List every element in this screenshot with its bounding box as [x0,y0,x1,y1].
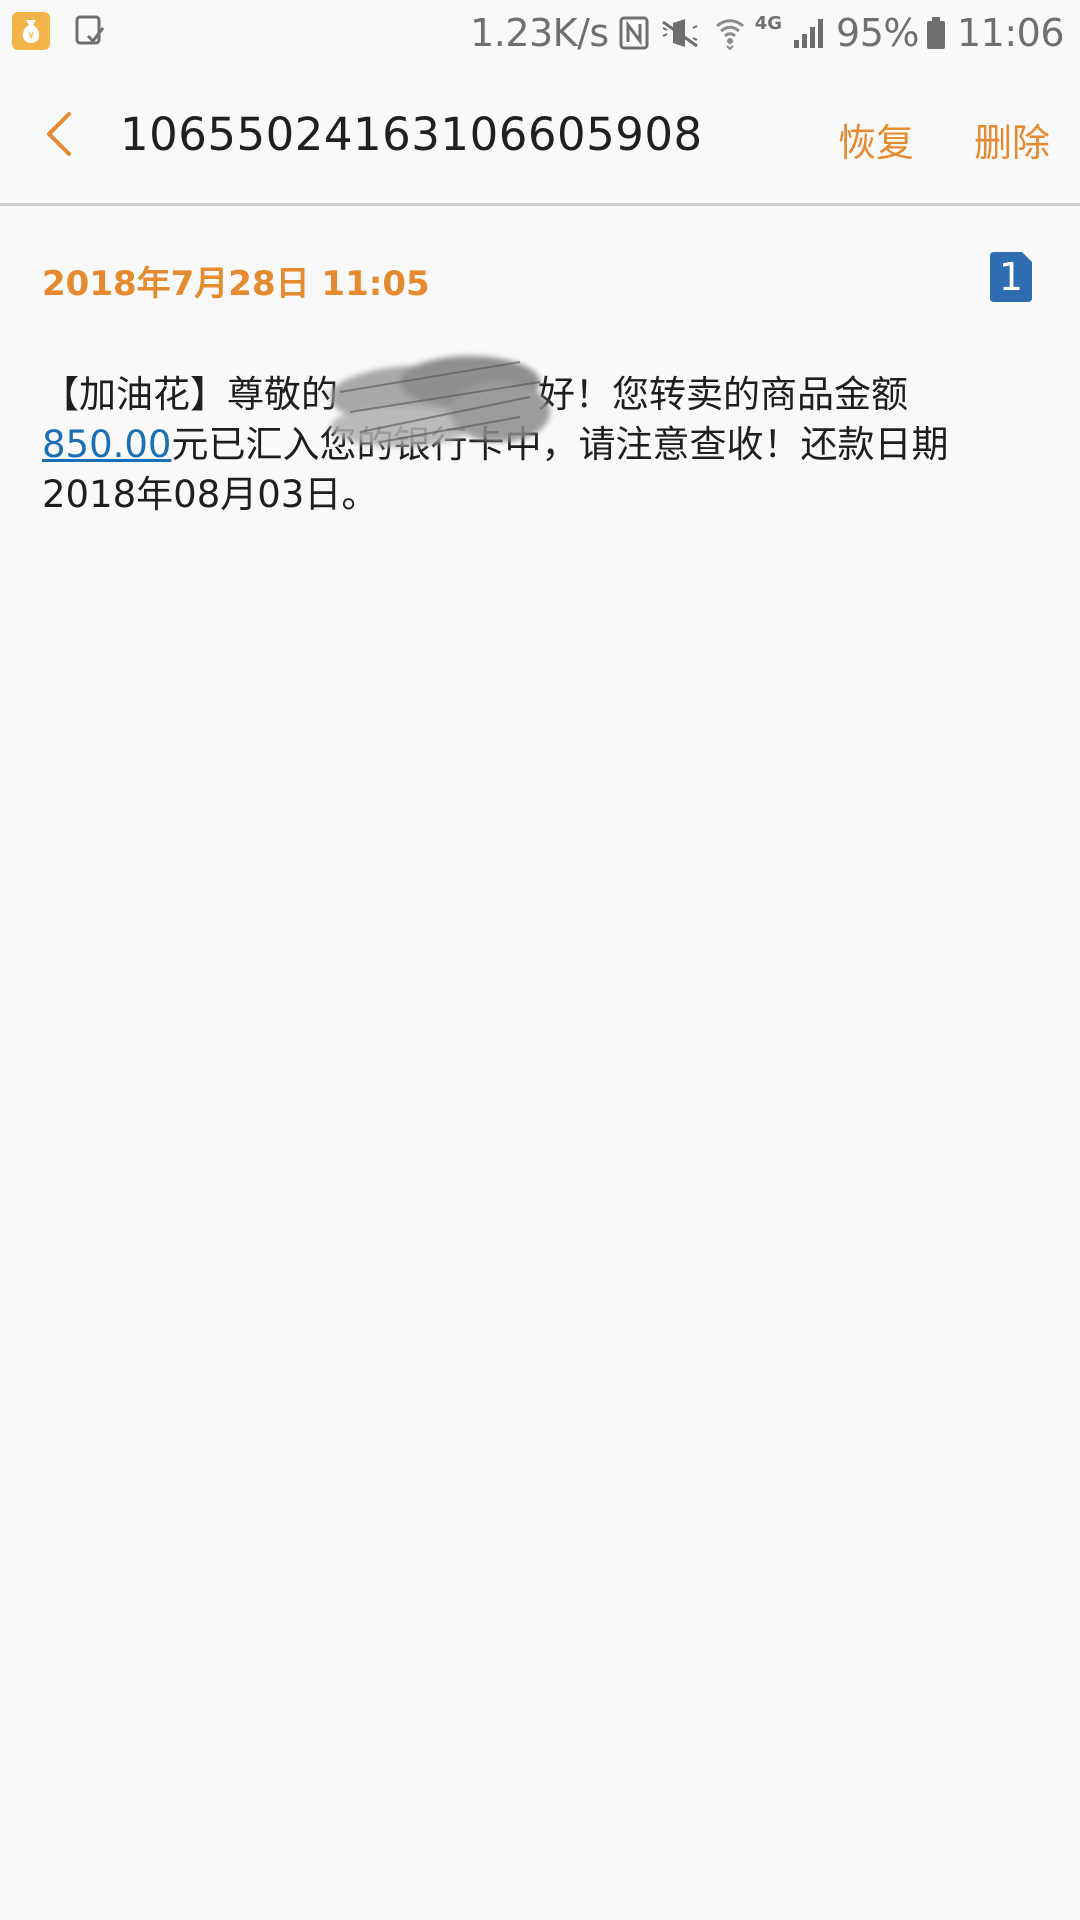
money-bag-app-icon: ¥ [12,12,50,50]
amount-link[interactable]: 850.00 [42,423,171,466]
battery-percent-text: 95% [836,11,919,55]
sender-number-title: 10655024163106605908 [120,108,703,161]
back-button[interactable] [28,104,88,164]
message-body: 【加油花】尊敬的 好！您转卖的商品金额 850.00元已汇入您的银行卡中，请注意查… [42,370,1042,520]
signal-icon [792,16,828,50]
sim-number: 1 [998,255,1024,299]
message-body-suffix: 元已汇入您的银行卡中，请注意查收！还款日期2018年08月03日。 [42,423,949,516]
screenshot-icon [74,14,106,48]
nfc-icon [619,16,649,50]
sim-1-badge: 1 [990,252,1032,302]
svg-text:¥: ¥ [28,31,34,42]
network-type-text: 4G [754,13,783,34]
message-date: 2018年7月28日 11:05 [42,264,430,304]
status-bar-left: ¥ [12,12,106,50]
wifi-icon [715,16,745,50]
restore-button[interactable]: 恢复 [838,112,914,167]
message-body-tail: 好！您转卖的商品金额 [538,373,908,416]
mute-icon [659,16,701,50]
chevron-left-icon [47,112,71,156]
net-speed-text: 1.23K/s [470,11,609,55]
message-body-prefix: 【加油花】尊敬的 [42,373,338,416]
status-bar-right: 1.23K/s 4G 95% 11:06 [470,8,1064,58]
delete-button[interactable]: 删除 [974,112,1050,167]
status-bar: ¥ 1.23K/s 4G 95% 11:06 [0,0,1080,66]
clock-text: 11:06 [956,11,1065,55]
battery-icon [925,16,947,50]
app-bar: 10655024163106605908 恢复 删除 [0,66,1080,206]
